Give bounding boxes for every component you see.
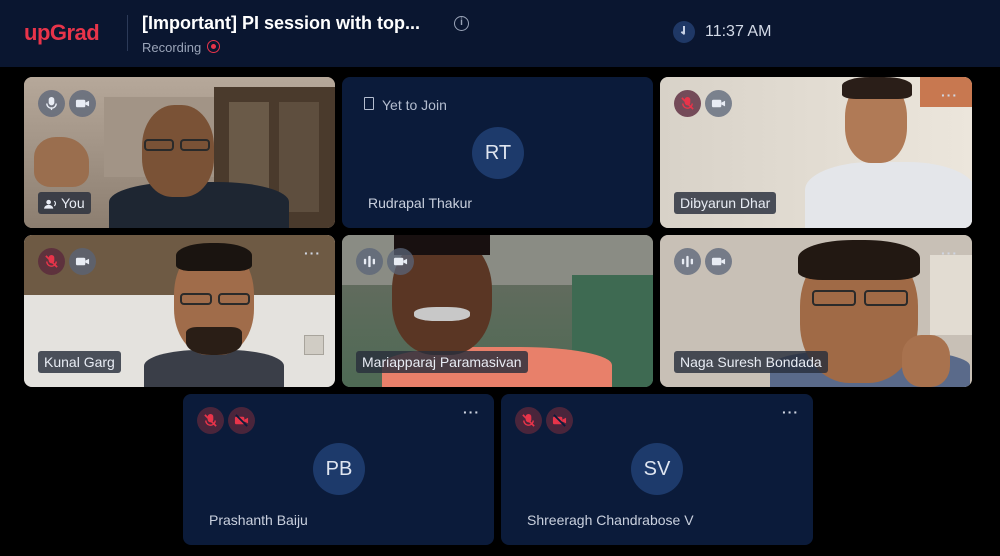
- camera-icon[interactable]: [705, 90, 732, 117]
- participant-name: Shreeragh Chandrabose V: [527, 512, 694, 528]
- recording-icon: [207, 40, 220, 53]
- more-options-icon[interactable]: ···: [941, 87, 958, 103]
- mic-icon[interactable]: [38, 90, 65, 117]
- camera-icon[interactable]: [69, 248, 96, 275]
- upgrad-logo: upGrad: [24, 20, 100, 45]
- avatar: SV: [631, 443, 683, 495]
- info-icon[interactable]: i: [454, 16, 469, 31]
- mic-muted-icon[interactable]: [674, 90, 701, 117]
- top-bar: upGrad [Important] PI session with top..…: [0, 0, 1000, 67]
- mic-muted-icon[interactable]: [515, 407, 542, 434]
- participant-tile-naga[interactable]: ··· Naga Suresh Bondada: [660, 235, 972, 387]
- participant-tile-shreeragh[interactable]: ··· SV Shreeragh Chandrabose V: [501, 394, 813, 545]
- participant-tile-dibyarun[interactable]: ··· Dibyarun Dhar: [660, 77, 972, 228]
- participant-tile-you[interactable]: You: [24, 77, 335, 228]
- more-options-icon[interactable]: ···: [304, 245, 321, 261]
- participant-name: Mariapparaj Paramasivan: [356, 351, 528, 373]
- camera-off-icon[interactable]: [546, 407, 573, 434]
- speaker-icon: [44, 198, 57, 209]
- speaking-indicator-icon: [356, 248, 383, 275]
- participant-name: You: [61, 195, 85, 211]
- more-options-icon[interactable]: ···: [782, 404, 799, 420]
- meeting-title: [Important] PI session with top...: [142, 13, 421, 33]
- participant-tile-rudrapal[interactable]: Yet to Join RT Rudrapal Thakur: [342, 77, 653, 228]
- more-options-icon[interactable]: ···: [941, 245, 958, 261]
- mic-muted-icon[interactable]: [38, 248, 65, 275]
- participant-name: Prashanth Baiju: [209, 512, 308, 528]
- participant-tile-kunal[interactable]: ··· Kunal Garg: [24, 235, 335, 387]
- camera-icon[interactable]: [705, 248, 732, 275]
- more-options-icon[interactable]: ···: [463, 404, 480, 420]
- camera-icon[interactable]: [69, 90, 96, 117]
- avatar: PB: [313, 443, 365, 495]
- join-door-icon: [364, 97, 374, 110]
- participant-name-tag: You: [38, 192, 91, 214]
- speaking-indicator-icon: [674, 248, 701, 275]
- participant-status: Yet to Join: [382, 97, 447, 113]
- participant-name: Kunal Garg: [38, 351, 121, 373]
- participant-name: Naga Suresh Bondada: [674, 351, 828, 373]
- mic-muted-icon[interactable]: [197, 407, 224, 434]
- participant-name: Rudrapal Thakur: [368, 195, 473, 211]
- clock-icon: [673, 21, 695, 43]
- participant-tile-mariapparaj[interactable]: Mariapparaj Paramasivan: [342, 235, 653, 387]
- header-divider: [127, 15, 128, 51]
- participant-tile-prashanth[interactable]: ··· PB Prashanth Baiju: [183, 394, 494, 545]
- avatar: RT: [472, 127, 524, 179]
- camera-off-icon[interactable]: [228, 407, 255, 434]
- camera-icon[interactable]: [387, 248, 414, 275]
- clock-time: 11:37 AM: [705, 23, 772, 40]
- recording-label: Recording: [142, 40, 202, 55]
- participant-name: Dibyarun Dhar: [674, 192, 777, 214]
